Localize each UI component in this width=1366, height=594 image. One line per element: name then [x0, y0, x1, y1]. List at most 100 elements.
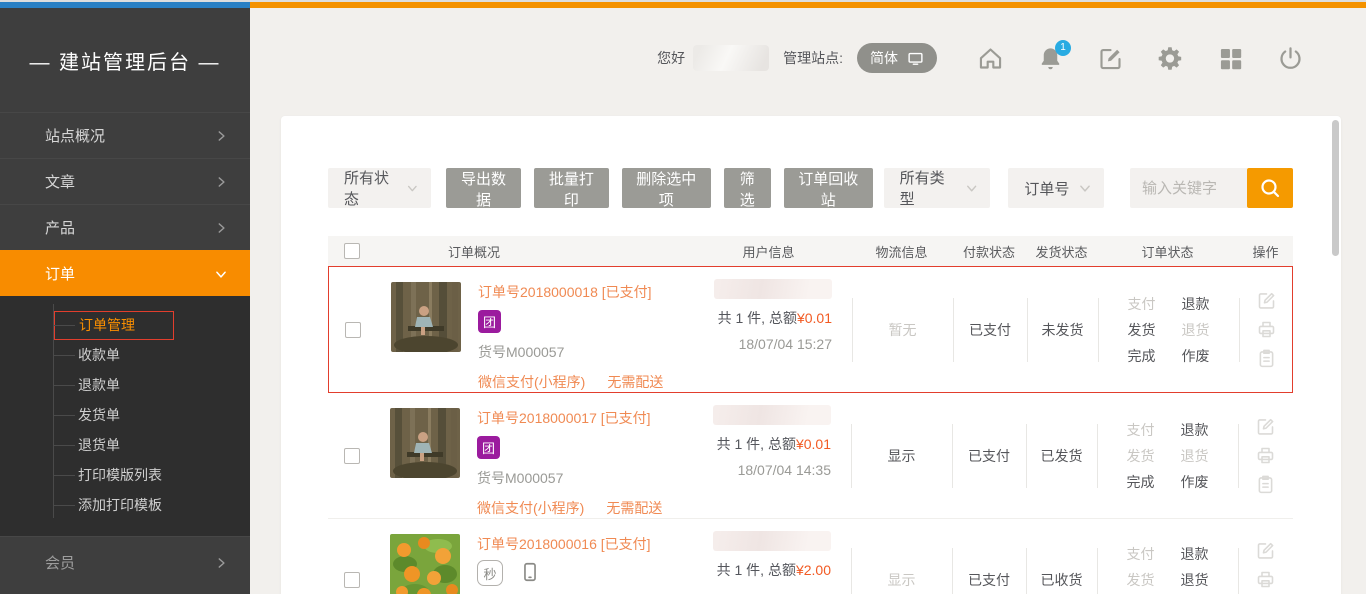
- batch-print-button[interactable]: 批量打印: [534, 168, 609, 208]
- customer-name-redacted: [713, 531, 831, 551]
- sidebar-item-members[interactable]: 会员: [0, 536, 250, 588]
- submenu-item-label: 退货单: [78, 435, 120, 455]
- submenu-item-order-management[interactable]: 订单管理: [0, 310, 250, 340]
- payment-status: 已支付: [952, 393, 1026, 518]
- paid-tag: [已支付]: [601, 410, 651, 426]
- order-note-icon[interactable]: [1255, 474, 1276, 495]
- edit-order-icon[interactable]: [1255, 416, 1276, 437]
- chevron-right-icon: [214, 221, 228, 235]
- return-link[interactable]: 退货: [1181, 446, 1209, 466]
- ship-link[interactable]: 发货: [1127, 570, 1155, 590]
- delete-selected-button[interactable]: 删除选中项: [622, 168, 711, 208]
- ship-link[interactable]: 发货: [1127, 446, 1155, 466]
- sidebar-item-label: 产品: [45, 217, 214, 238]
- apps-grid-icon[interactable]: [1217, 45, 1244, 72]
- topbar: 您好 管理站点: 简体 1: [250, 8, 1366, 108]
- sidebar-item-label: 文章: [45, 171, 214, 192]
- return-link[interactable]: 退货: [1181, 570, 1209, 590]
- print-order-icon[interactable]: [1256, 319, 1277, 340]
- edit-order-icon[interactable]: [1255, 540, 1276, 561]
- print-order-icon[interactable]: [1255, 445, 1276, 466]
- home-icon[interactable]: [977, 45, 1004, 72]
- sidebar-item-site-overview[interactable]: 站点概况: [0, 112, 250, 158]
- submenu-item-receipts[interactable]: 收款单: [0, 340, 250, 370]
- row-checkbox[interactable]: [344, 572, 360, 588]
- sidebar: — 建站管理后台 — 站点概况 文章 产品 订单 订单管理 收款单 退款单 发货…: [0, 8, 250, 594]
- refund-link[interactable]: 退款: [1181, 544, 1209, 564]
- compose-icon[interactable]: [1097, 45, 1124, 72]
- edit-order-icon[interactable]: [1256, 290, 1277, 311]
- content-card: 所有状态 导出数据 批量打印 删除选中项 筛选 订单回收站 所有类型 订单号: [281, 116, 1341, 594]
- payment-method: 微信支付(小程序): [478, 374, 585, 390]
- delivery-note: 无需配送: [606, 500, 662, 516]
- void-link[interactable]: 作废: [1181, 472, 1209, 492]
- submenu-item-print-template-list[interactable]: 打印模版列表: [0, 460, 250, 490]
- customer-name-redacted: [713, 405, 831, 425]
- order-amount: ¥0.01: [796, 436, 831, 452]
- pay-link[interactable]: 支付: [1127, 420, 1155, 440]
- order-note-icon[interactable]: [1256, 348, 1277, 369]
- username-redacted: [693, 45, 769, 71]
- keyword-input[interactable]: [1130, 168, 1247, 208]
- pay-link[interactable]: 支付: [1127, 544, 1155, 564]
- submenu-item-label: 发货单: [78, 405, 120, 425]
- sidebar-item-articles[interactable]: 文章: [0, 158, 250, 204]
- power-logout-icon[interactable]: [1277, 45, 1304, 72]
- chevron-down-icon: [1078, 181, 1092, 195]
- chevron-down-icon: [406, 181, 419, 195]
- scrollbar-thumb[interactable]: [1332, 120, 1339, 256]
- order-recycle-bin-button[interactable]: 订单回收站: [784, 168, 873, 208]
- item-count-summary: 共 1 件, 总额: [717, 436, 796, 452]
- delivery-note: 无需配送: [607, 374, 663, 390]
- mobile-icon: [519, 561, 541, 585]
- order-number: 订单号2018000016: [477, 536, 597, 552]
- submenu-item-label: 打印模版列表: [78, 465, 162, 485]
- notifications-bell-icon[interactable]: 1: [1037, 45, 1064, 72]
- print-order-icon[interactable]: [1255, 569, 1276, 590]
- type-filter-dropdown[interactable]: 所有类型: [884, 168, 991, 208]
- logistics-info[interactable]: 显示: [851, 393, 952, 518]
- row-checkbox[interactable]: [345, 322, 361, 338]
- group-buy-badge: 团: [477, 436, 500, 459]
- pay-link[interactable]: 支付: [1128, 294, 1156, 314]
- status-filter-dropdown[interactable]: 所有状态: [328, 168, 431, 208]
- order-row-2018000017: 订单号2018000017 [已支付] 团 货号M000057 微信支付(小程序…: [328, 393, 1293, 519]
- item-number: 货号M000057: [478, 342, 663, 362]
- sidebar-item-orders[interactable]: 订单: [0, 250, 250, 296]
- sidebar-item-label: 会员: [45, 552, 214, 573]
- header-shipping-status: 发货状态: [1026, 242, 1097, 261]
- top-color-strip: [0, 0, 1366, 8]
- export-data-button[interactable]: 导出数据: [446, 168, 521, 208]
- order-row-2018000016: 订单号2018000016 [已支付] 秒 货号M000054 共 1 件, 总…: [328, 519, 1293, 594]
- submenu-item-refund-orders[interactable]: 退款单: [0, 370, 250, 400]
- search-icon: [1258, 176, 1282, 200]
- select-all-checkbox[interactable]: [344, 243, 360, 259]
- submenu-item-add-print-template[interactable]: 添加打印模板: [0, 490, 250, 520]
- row-checkbox[interactable]: [344, 448, 360, 464]
- logistics-info: 显示: [851, 519, 952, 594]
- filter-button[interactable]: 筛选: [724, 168, 771, 208]
- return-link[interactable]: 退货: [1182, 320, 1210, 340]
- complete-link[interactable]: 完成: [1127, 472, 1155, 492]
- complete-link[interactable]: 完成: [1128, 346, 1156, 366]
- header-payment-status: 付款状态: [952, 242, 1026, 261]
- submenu-item-return-orders[interactable]: 退货单: [0, 430, 250, 460]
- order-number: 订单号2018000018: [478, 284, 598, 300]
- submenu-item-shipping-orders[interactable]: 发货单: [0, 400, 250, 430]
- refund-link[interactable]: 退款: [1182, 294, 1210, 314]
- refund-link[interactable]: 退款: [1181, 420, 1209, 440]
- submenu-item-label: 订单管理: [54, 311, 174, 340]
- paid-tag: [已支付]: [602, 284, 652, 300]
- customer-name-redacted: [714, 279, 832, 299]
- payment-status: 已支付: [952, 519, 1026, 594]
- settings-gear-icon[interactable]: [1157, 45, 1184, 72]
- void-link[interactable]: 作废: [1182, 346, 1210, 366]
- header-order-overview: 订单概况: [376, 242, 686, 261]
- ship-link[interactable]: 发货: [1128, 320, 1156, 340]
- chevron-right-icon: [214, 556, 228, 570]
- search-field-dropdown[interactable]: 订单号: [1008, 168, 1104, 208]
- language-switch-button[interactable]: 简体: [857, 43, 937, 73]
- search-button[interactable]: [1247, 168, 1293, 208]
- sidebar-item-products[interactable]: 产品: [0, 204, 250, 250]
- product-thumbnail: [390, 408, 460, 478]
